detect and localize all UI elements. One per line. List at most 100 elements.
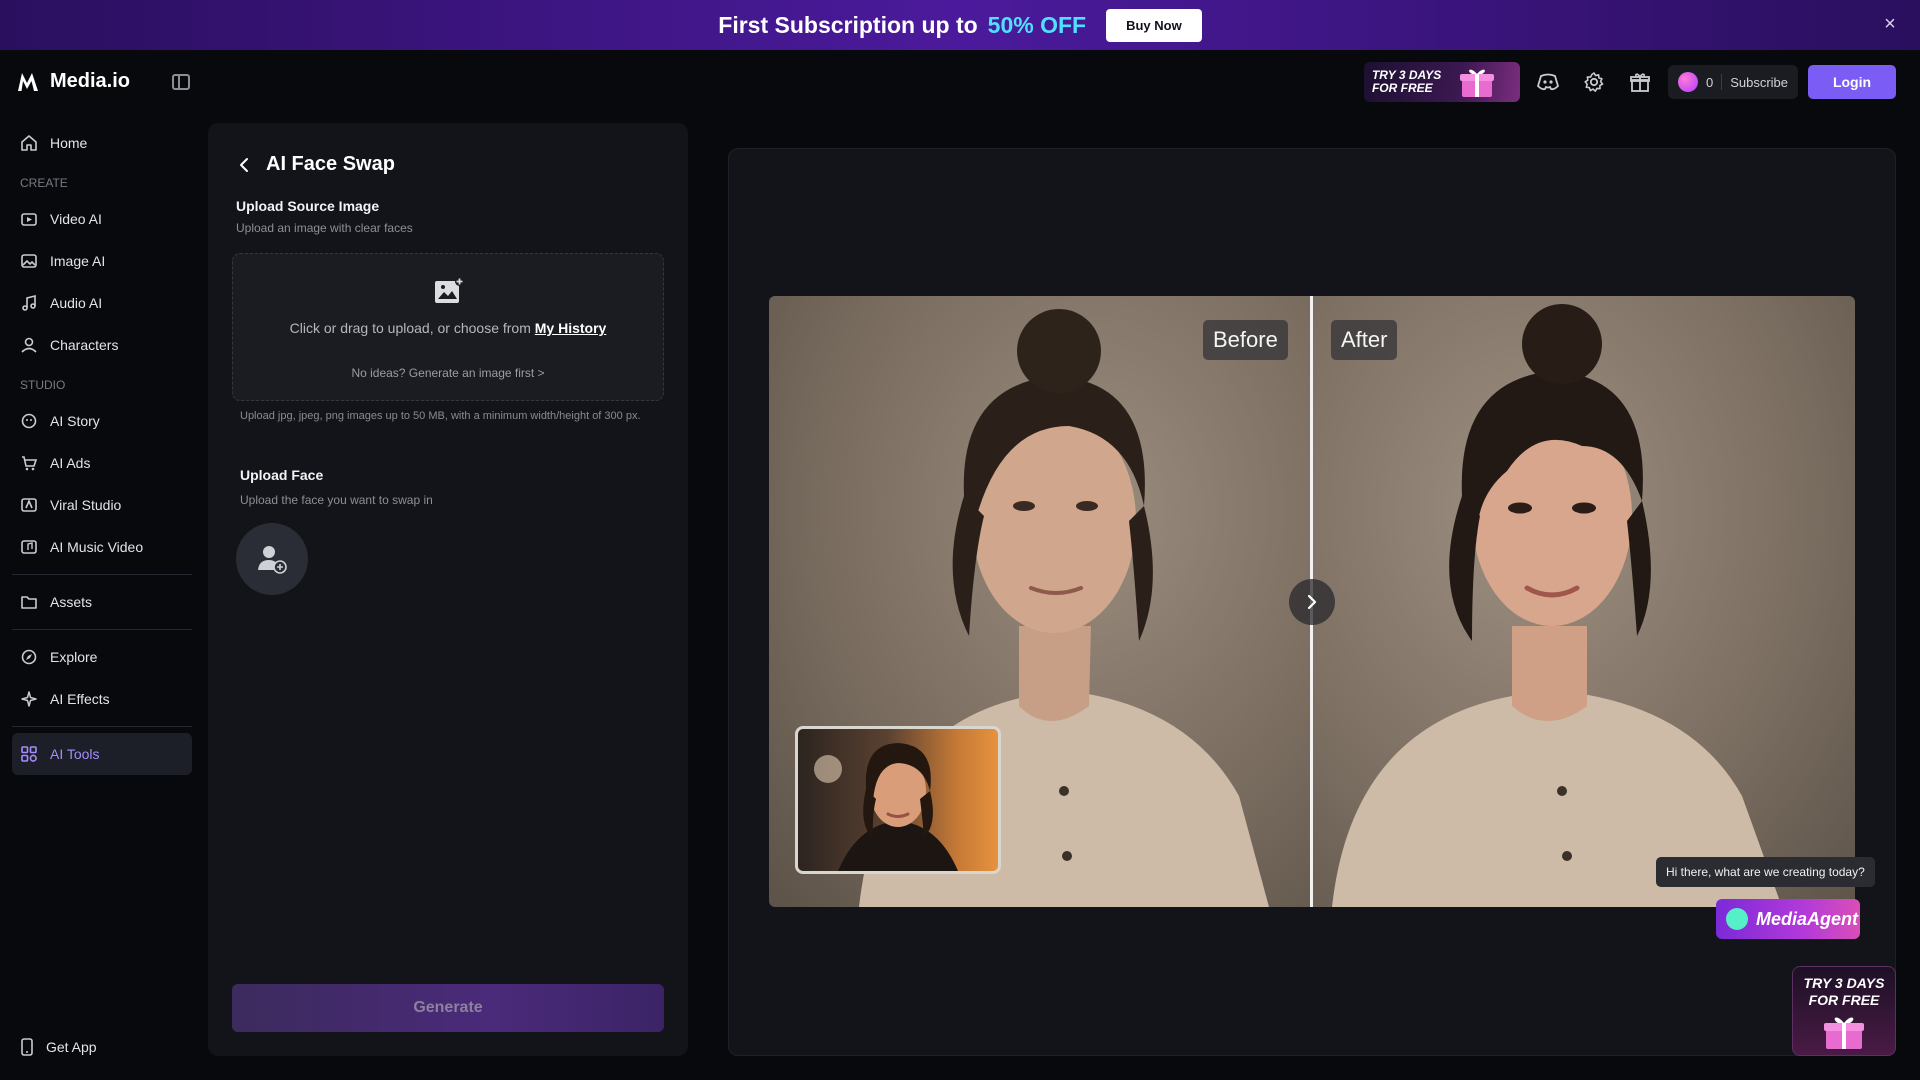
login-button[interactable]: Login <box>1808 65 1896 99</box>
sidebar-item-label: Viral Studio <box>50 497 122 513</box>
nav-divider <box>12 629 192 630</box>
brand-logo[interactable]: Media.io <box>16 70 130 93</box>
generate-button[interactable]: Generate <box>232 984 664 1032</box>
promo-discount: 50% OFF <box>987 11 1087 38</box>
promo-text: First Subscription up to 50% OFF <box>718 11 1087 38</box>
header-actions: TRY 3 DAYS FOR FREE 0 Subscribe Login <box>1363 62 1896 102</box>
sidebar-item-ai-tools[interactable]: AI Tools <box>12 733 192 775</box>
after-image <box>1312 296 1855 907</box>
trial-badge-text: TRY 3 DAYS FOR FREE <box>1371 68 1442 95</box>
upload-face-subtitle: Upload the face you want to swap in <box>240 493 433 507</box>
sidebar-item-viral-studio[interactable]: Viral Studio <box>12 484 192 526</box>
sparkle-icon <box>21 691 37 707</box>
folder-icon <box>21 596 37 609</box>
nav-divider <box>12 574 192 575</box>
floating-trial-text: TRY 3 DAYS FOR FREE <box>1803 975 1885 1008</box>
story-icon <box>21 413 37 429</box>
chevron-right-icon <box>1307 594 1317 610</box>
generate-image-first-link[interactable]: No ideas? Generate an image first > <box>233 366 663 380</box>
credits-divider <box>1721 74 1723 90</box>
dropzone-text: Click or drag to upload, or choose from … <box>289 320 607 336</box>
sidebar-item-label: AI Effects <box>50 691 110 707</box>
gift-box-icon <box>1459 69 1494 97</box>
sidebar-item-explore[interactable]: Explore <box>12 636 192 678</box>
tools-grid-icon <box>21 746 37 762</box>
sidebar-item-label: Home <box>50 135 88 151</box>
sidebar-item-ai-music-video[interactable]: AI Music Video <box>12 526 192 568</box>
upload-face-label: Upload Face <box>240 467 324 483</box>
after-portrait <box>1332 304 1782 907</box>
media-io-logo-icon <box>18 72 38 91</box>
audio-icon <box>22 294 36 311</box>
discord-icon[interactable] <box>1530 64 1566 100</box>
agent-logo-icon <box>1726 908 1748 930</box>
source-image-label: Upload Source Image <box>236 198 380 214</box>
viral-icon <box>21 498 37 512</box>
close-icon[interactable]: × <box>1880 14 1900 34</box>
sidebar-nav: Home CREATE Video AI Image AI Audio AI C… <box>12 122 192 775</box>
media-agent-button[interactable]: MediaAgent <box>1716 899 1860 939</box>
sidebar-item-ai-ads[interactable]: AI Ads <box>12 442 192 484</box>
add-image-icon <box>435 277 464 303</box>
nav-section-create: CREATE <box>20 176 68 190</box>
sidebar-toggle-icon[interactable] <box>172 74 190 90</box>
credit-coin-icon <box>1677 72 1698 92</box>
before-label: Before <box>1203 320 1288 360</box>
sidebar-item-label: AI Tools <box>50 746 100 762</box>
trial-badge[interactable]: TRY 3 DAYS FOR FREE <box>1363 62 1520 102</box>
buy-now-button[interactable]: Buy Now <box>1106 8 1202 42</box>
upload-face-button[interactable] <box>236 523 308 595</box>
nav-section-studio: STUDIO <box>20 378 66 392</box>
sidebar-item-label: Image AI <box>50 253 106 269</box>
phone-icon <box>21 1038 33 1056</box>
add-person-icon <box>258 546 287 574</box>
brand-name: Media.io <box>50 70 131 92</box>
user-icon <box>21 337 37 353</box>
nav-divider <box>12 726 192 727</box>
sidebar-item-label: Video AI <box>50 211 102 227</box>
promo-banner: First Subscription up to 50% OFF Buy Now … <box>0 0 1920 50</box>
sidebar-item-ai-story[interactable]: AI Story <box>12 400 192 442</box>
sidebar-item-characters[interactable]: Characters <box>12 324 192 366</box>
page-title: AI Face Swap <box>266 153 395 175</box>
get-app-link[interactable]: Get App <box>20 1038 97 1056</box>
panel-header: AI Face Swap <box>236 153 395 176</box>
sidebar-item-label: Characters <box>50 337 119 353</box>
compass-icon <box>21 649 37 665</box>
source-image-dropzone[interactable]: Click or drag to upload, or choose from … <box>232 253 664 401</box>
upload-requirements-note: Upload jpg, jpeg, png images up to 50 MB… <box>240 410 641 422</box>
gift-icon[interactable] <box>1622 64 1658 100</box>
my-history-link[interactable]: My History <box>535 320 607 336</box>
agent-greeting-bubble: Hi there, what are we creating today? <box>1656 857 1875 887</box>
sidebar-item-label: Assets <box>50 594 93 610</box>
back-arrow-icon[interactable] <box>236 157 252 173</box>
sidebar-item-home[interactable]: Home <box>12 122 192 164</box>
before-after-comparison[interactable]: Before After <box>769 296 1855 907</box>
sidebar-item-label: AI Music Video <box>50 539 144 555</box>
source-image-subtitle: Upload an image with clear faces <box>236 221 413 235</box>
credits-count: 0 <box>1705 74 1714 90</box>
subscribe-link[interactable]: Subscribe <box>1730 75 1788 90</box>
image-icon <box>21 254 37 268</box>
after-label: After <box>1331 320 1398 360</box>
agent-name: MediaAgent <box>1756 908 1859 929</box>
comparison-slider-handle[interactable] <box>1289 579 1335 625</box>
home-icon <box>21 135 37 151</box>
sidebar-item-label: AI Ads <box>50 455 91 471</box>
sidebar-item-label: Audio AI <box>50 295 103 311</box>
sidebar-item-audio-ai[interactable]: Audio AI <box>12 282 192 324</box>
credits-widget[interactable]: 0 Subscribe <box>1667 65 1798 99</box>
sidebar-item-image-ai[interactable]: Image AI <box>12 240 192 282</box>
floating-trial-banner[interactable]: TRY 3 DAYS FOR FREE <box>1792 966 1896 1056</box>
face-swap-panel: AI Face Swap Upload Source Image Upload … <box>208 123 688 1056</box>
get-app-label: Get App <box>46 1039 97 1055</box>
sidebar-item-video-ai[interactable]: Video AI <box>12 198 192 240</box>
sidebar-item-assets[interactable]: Assets <box>12 581 192 623</box>
video-icon <box>21 213 37 226</box>
sidebar-item-label: AI Story <box>50 413 100 429</box>
music-video-icon <box>21 540 37 554</box>
sidebar-item-ai-effects[interactable]: AI Effects <box>12 678 192 720</box>
cart-icon <box>22 456 38 471</box>
gear-icon[interactable] <box>1576 64 1612 100</box>
gift-box-icon <box>1824 1017 1864 1049</box>
